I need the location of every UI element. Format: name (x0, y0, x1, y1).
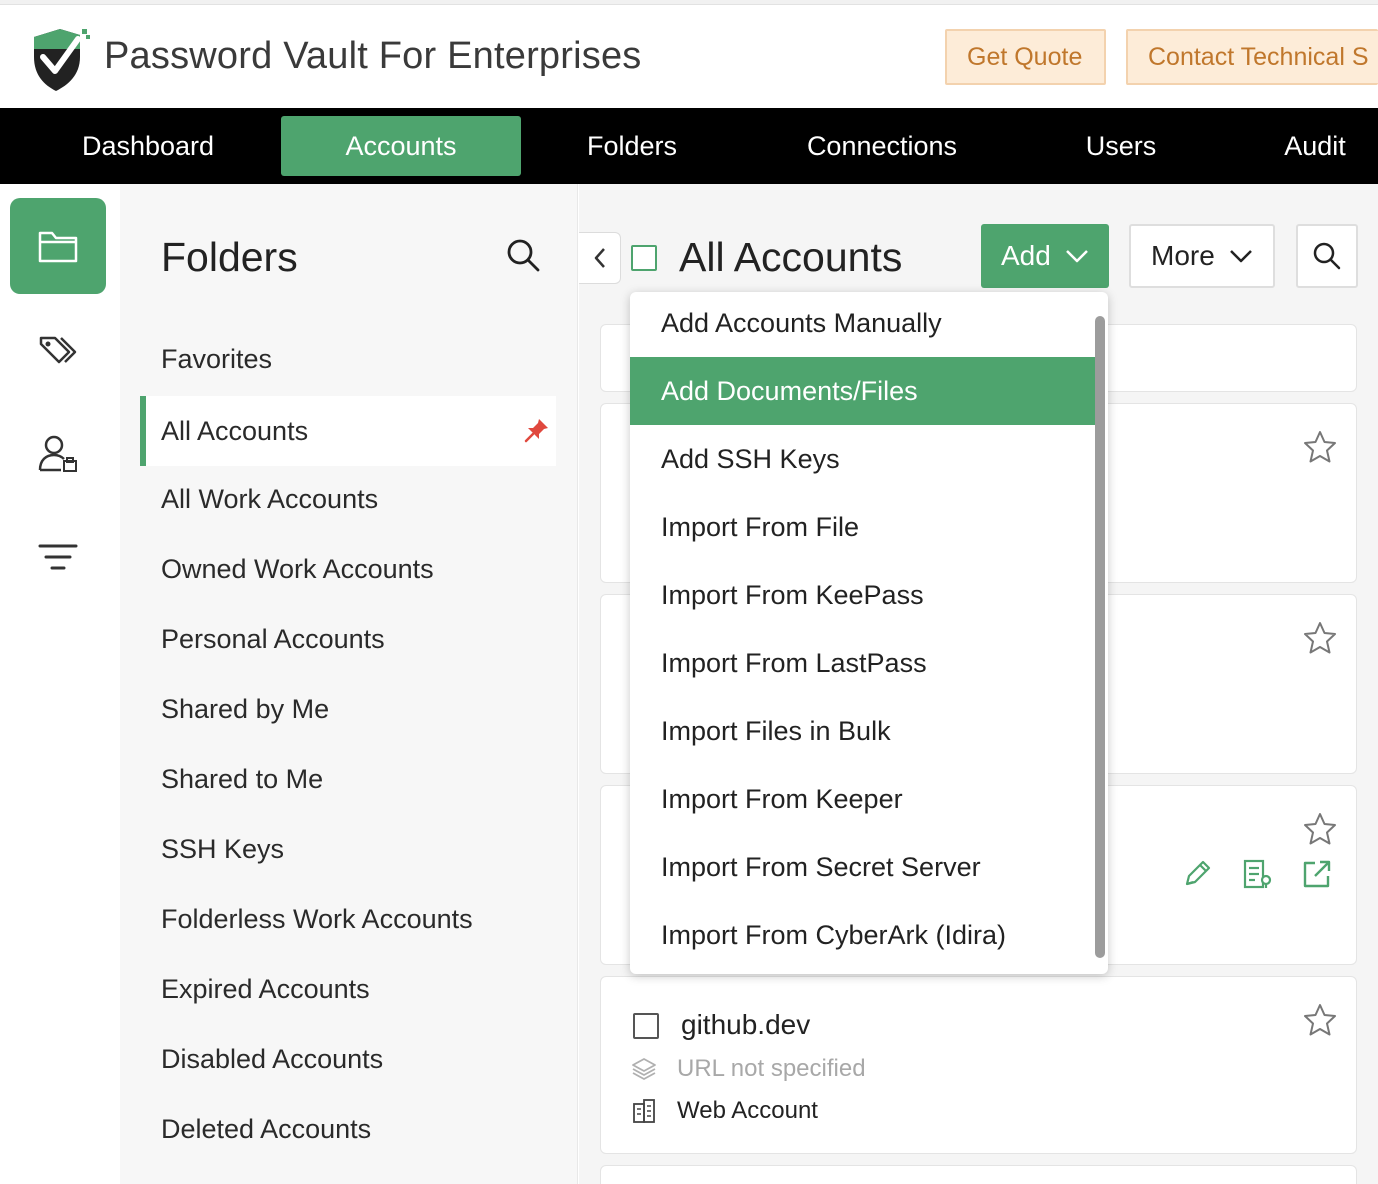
menu-add-accounts-manually[interactable]: Add Accounts Manually (630, 292, 1095, 357)
more-button[interactable]: More (1129, 224, 1275, 288)
nav-audit[interactable]: Audit (1262, 116, 1368, 176)
app-header: Password Vault For Enterprises Get Quote… (0, 5, 1378, 108)
folder-all-accounts-label: All Accounts (161, 416, 309, 446)
menu-import-from-cyberark[interactable]: Import From CyberArk (Idira) (630, 901, 1095, 969)
dropdown-scrollbar[interactable] (1095, 316, 1105, 958)
shield-logo-icon (34, 29, 90, 91)
rail-filter-button[interactable] (10, 510, 106, 606)
folder-all-accounts[interactable]: All Accounts (140, 396, 556, 466)
menu-add-documents-files[interactable]: Add Documents/Files (630, 357, 1095, 425)
account-url: URL not specified (677, 1055, 866, 1082)
favorite-star-icon[interactable] (1303, 430, 1337, 464)
folders-title: Folders (161, 234, 298, 280)
nav-connections[interactable]: Connections (780, 116, 984, 176)
menu-add-ssh-keys[interactable]: Add SSH Keys (630, 425, 1095, 493)
menu-import-from-keepass[interactable]: Import From KeePass (630, 561, 1095, 629)
nav-dashboard[interactable]: Dashboard (48, 116, 248, 176)
account-name[interactable]: github.dev (681, 1009, 810, 1041)
folder-ssh-keys[interactable]: SSH Keys (161, 834, 284, 865)
account-type: Web Account (677, 1097, 818, 1124)
add-menu-dropdown: Add Accounts Manually Add Documents/File… (630, 292, 1108, 974)
folder-folderless-work-accounts[interactable]: Folderless Work Accounts (161, 904, 473, 935)
app-title: Password Vault For Enterprises (104, 35, 642, 77)
tags-icon (39, 336, 77, 364)
password-details-icon[interactable] (1241, 858, 1273, 890)
layers-icon (632, 1058, 656, 1080)
favorite-star-icon[interactable] (1303, 1003, 1337, 1037)
favorite-star-icon[interactable] (1303, 812, 1337, 846)
folders-panel: Folders Favorites All Accounts All Work … (120, 184, 578, 1184)
contact-technical-support-button[interactable]: Contact Technical S (1126, 29, 1378, 85)
rail-users-button[interactable] (10, 406, 106, 502)
folder-icon (38, 231, 78, 263)
folder-owned-work-accounts[interactable]: Owned Work Accounts (161, 554, 434, 585)
account-card[interactable] (600, 1165, 1357, 1184)
folder-deleted-accounts[interactable]: Deleted Accounts (161, 1114, 371, 1145)
folder-shared-to-me[interactable]: Shared to Me (161, 764, 323, 795)
folder-favorites[interactable]: Favorites (161, 344, 272, 375)
add-button[interactable]: Add (981, 224, 1109, 288)
user-group-icon (38, 435, 77, 472)
chevron-down-icon (1229, 250, 1252, 263)
get-quote-button[interactable]: Get Quote (945, 29, 1106, 85)
menu-import-from-file[interactable]: Import From File (630, 493, 1095, 561)
main-nav: Dashboard Accounts Folders Connections U… (0, 108, 1378, 184)
menu-import-from-lastpass[interactable]: Import From LastPass (630, 629, 1095, 697)
rail-tags-button[interactable] (10, 302, 106, 398)
more-button-label: More (1151, 240, 1215, 271)
chevron-down-icon (1065, 250, 1088, 263)
folder-personal-accounts[interactable]: Personal Accounts (161, 624, 385, 655)
folders-search-icon[interactable] (506, 238, 540, 272)
add-button-label: Add (1001, 240, 1051, 271)
edit-pencil-icon[interactable] (1181, 858, 1213, 890)
accounts-search-button[interactable] (1296, 224, 1358, 288)
folder-shared-by-me[interactable]: Shared by Me (161, 694, 329, 725)
menu-import-from-secret-server[interactable]: Import From Secret Server (630, 833, 1095, 901)
open-external-icon[interactable] (1301, 858, 1333, 890)
nav-accounts[interactable]: Accounts (281, 116, 521, 176)
folder-disabled-accounts[interactable]: Disabled Accounts (161, 1044, 383, 1075)
building-icon (633, 1099, 655, 1123)
folder-expired-accounts[interactable]: Expired Accounts (161, 974, 370, 1005)
pin-icon[interactable] (524, 417, 550, 443)
favorite-star-icon[interactable] (1303, 621, 1337, 655)
nav-folders[interactable]: Folders (552, 116, 712, 176)
folder-all-work-accounts[interactable]: All Work Accounts (161, 484, 378, 515)
account-checkbox[interactable] (633, 1013, 659, 1039)
chevron-left-icon (594, 248, 605, 268)
rail-folders-button[interactable] (10, 198, 106, 294)
left-rail (0, 184, 120, 1184)
nav-users[interactable]: Users (1060, 116, 1182, 176)
menu-import-files-in-bulk[interactable]: Import Files in Bulk (630, 697, 1095, 765)
menu-import-from-keeper[interactable]: Import From Keeper (630, 765, 1095, 833)
search-icon (1313, 242, 1341, 270)
filter-icon (38, 544, 78, 570)
select-all-checkbox[interactable] (631, 245, 657, 271)
collapse-panel-button[interactable] (579, 232, 621, 284)
page-title: All Accounts (679, 234, 903, 280)
account-card-github-dev[interactable]: github.dev URL not specified Web Account (600, 976, 1357, 1154)
